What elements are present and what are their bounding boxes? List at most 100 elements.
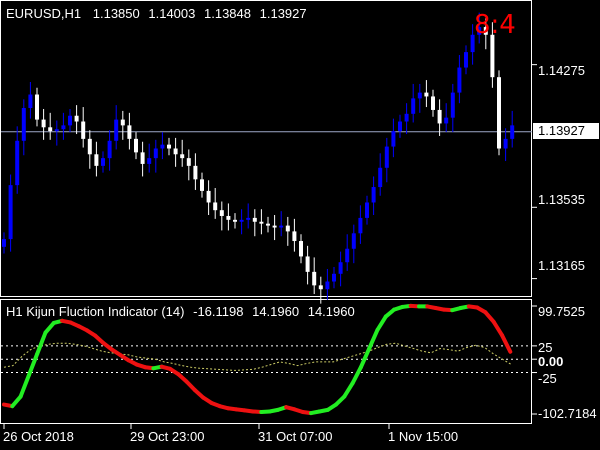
candle-body	[404, 113, 409, 122]
symbol-info: EURUSD,H1 1.13850 1.14003 1.13848 1.1392…	[6, 6, 312, 21]
candle-body	[411, 98, 416, 114]
candle-body	[193, 165, 198, 180]
candle-body	[200, 179, 204, 191]
candle-body	[503, 138, 508, 149]
candle-body	[318, 285, 323, 290]
candle-body	[325, 281, 330, 290]
candle-body	[87, 138, 92, 155]
candle-body	[8, 185, 13, 240]
candle-body	[259, 221, 264, 224]
candle-body	[490, 34, 495, 78]
candle-body	[167, 144, 171, 149]
close-price: 1.13927	[259, 6, 307, 21]
candle-body	[107, 140, 112, 159]
candle-body	[299, 241, 303, 257]
time-axis-label: 1 Nov 15:00	[388, 429, 459, 444]
main-pane-frame	[0, 0, 532, 297]
candle-body	[54, 129, 59, 132]
price-axis-label: 1.13165	[538, 258, 585, 273]
candle-body	[134, 138, 138, 153]
candle-body	[292, 231, 297, 242]
candle-body	[81, 121, 86, 139]
candle-body	[371, 187, 376, 203]
indicator-axis-label: -102.7184	[538, 406, 597, 421]
candle-body	[147, 158, 152, 164]
candle-body	[497, 77, 501, 149]
candle-body	[312, 271, 317, 286]
candle-body	[180, 154, 185, 159]
candle-body	[345, 248, 350, 263]
candle-body	[378, 167, 383, 188]
candle-body	[21, 108, 26, 141]
candle-body	[35, 94, 39, 120]
candle-body	[437, 109, 442, 124]
candle-body	[140, 152, 145, 164]
time-axis-label: 29 Oct 23:00	[130, 429, 205, 444]
candle-body	[358, 217, 363, 234]
candle-body	[305, 256, 310, 272]
candle-body	[120, 119, 125, 126]
candle-body	[68, 115, 72, 126]
indicator-axis-label: 25	[538, 340, 553, 355]
signal-line	[3, 342, 512, 371]
price-axis-label: 1.13535	[538, 192, 585, 207]
current-price-tag: 1.13927	[533, 123, 599, 139]
indicator-line-segment	[26, 351, 40, 378]
indicator-axis-label: -25	[538, 371, 557, 386]
candle-body	[417, 92, 422, 99]
candle-body	[279, 225, 284, 228]
candle-body	[285, 225, 290, 232]
candle-body	[450, 92, 455, 118]
candle-body	[153, 148, 158, 159]
countdown-timer: 8:4	[474, 10, 516, 40]
candle-body	[48, 127, 53, 132]
candle-body	[226, 215, 231, 220]
candle-body	[431, 96, 435, 110]
indicator-line-segment	[491, 319, 504, 338]
candle-body	[15, 140, 20, 186]
price-chart[interactable]	[0, 0, 600, 450]
open-price: 1.13850	[92, 6, 140, 21]
candle-body	[28, 94, 33, 109]
candle-body	[398, 121, 402, 132]
candle-body	[424, 92, 429, 97]
candle-body	[61, 125, 66, 130]
candle-body	[101, 158, 105, 166]
candle-body	[239, 219, 244, 222]
candle-body	[365, 202, 369, 218]
candle-body	[173, 148, 178, 155]
indicator-line-segment	[35, 330, 48, 356]
candle-body	[219, 210, 224, 216]
indicator-line-segment	[500, 333, 513, 354]
candle-body	[160, 144, 165, 149]
candle-body	[332, 273, 336, 282]
candle-body	[252, 217, 257, 222]
indicator-name: H1 Kijun Fluction Indicator (14)	[6, 304, 185, 319]
high-price: 1.14003	[148, 6, 196, 21]
chart-window[interactable]: EURUSD,H1 1.13850 1.14003 1.13848 1.1392…	[0, 0, 600, 450]
indicator-title: H1 Kijun Fluction Indicator (14) -16.119…	[6, 304, 360, 319]
indicator-line-segment	[375, 314, 388, 332]
price-axis-label: 1.14275	[538, 63, 585, 78]
candle-body	[246, 217, 251, 220]
symbol-name: EURUSD,H1	[6, 6, 82, 21]
candle-body	[41, 119, 46, 128]
candle-body	[384, 146, 389, 168]
candle-body	[186, 158, 191, 166]
candle-body	[2, 239, 6, 247]
candle-body	[94, 154, 99, 166]
candle-body	[206, 190, 211, 203]
indicator-line-segment	[358, 346, 372, 370]
indicator-axis-label: 99.7525	[538, 304, 585, 319]
candle-body	[233, 219, 237, 222]
candle-body	[114, 119, 119, 141]
time-axis-label: 26 Oct 2018	[3, 429, 74, 444]
candle-body	[391, 131, 396, 147]
candle-body	[444, 117, 449, 124]
indicator-line-segment	[342, 381, 355, 399]
indicator-line-segment	[350, 365, 363, 386]
candle-body	[510, 125, 515, 139]
candle-body	[272, 225, 277, 228]
candle-body	[351, 233, 356, 249]
indicator-axis-label: 0.00	[538, 354, 564, 369]
